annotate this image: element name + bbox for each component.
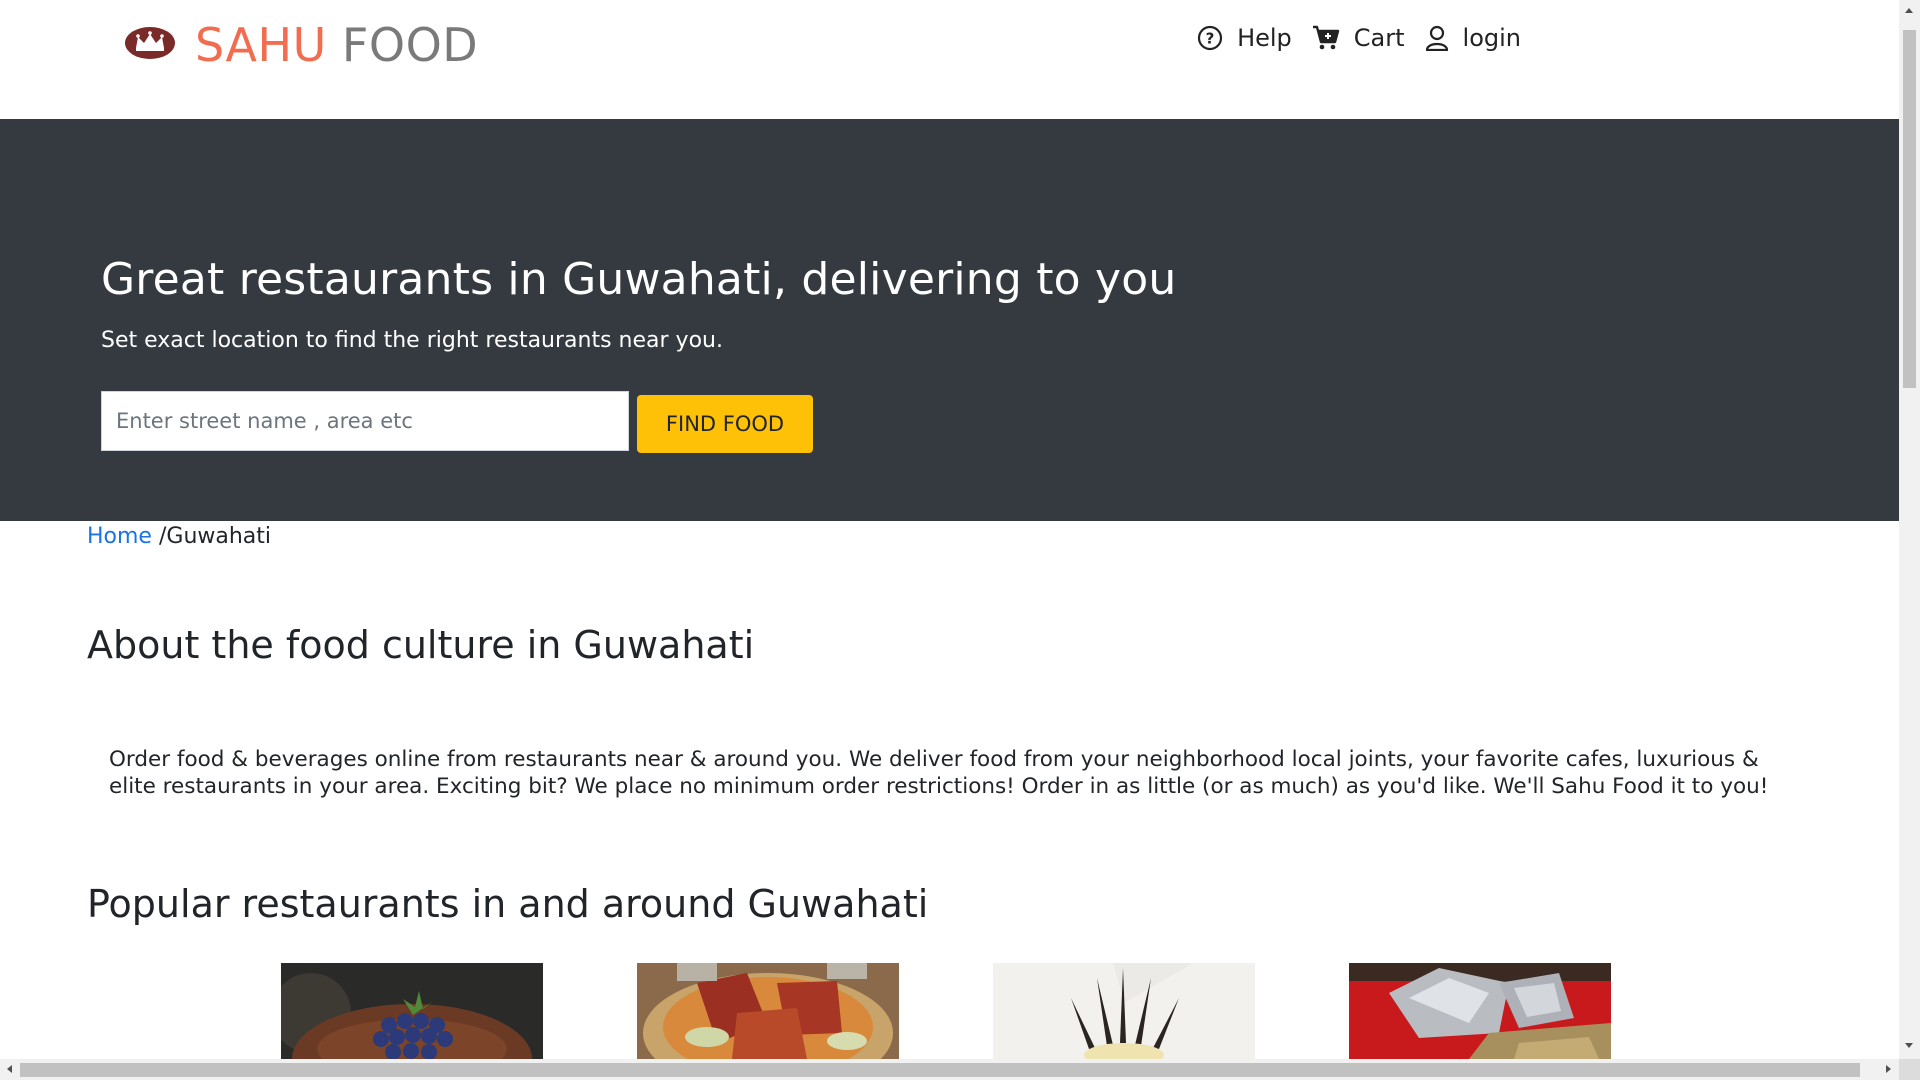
site-header: SAHU FOOD ? Help Cart login (0, 0, 1899, 119)
brand-name-secondary: FOOD (341, 18, 479, 72)
tandoori-chicken-image (637, 963, 899, 1059)
about-paragraph: Order food & beverages online from resta… (109, 747, 1769, 799)
help-circle-icon: ? (1197, 25, 1223, 51)
restaurant-card[interactable] (993, 963, 1255, 1059)
vertical-scrollbar[interactable] (1899, 0, 1920, 1059)
horizontal-scroll-thumb[interactable] (20, 1063, 1860, 1077)
vertical-scroll-thumb[interactable] (1903, 30, 1916, 388)
chocolate-dessert-image (993, 963, 1255, 1059)
breadcrumb-home-link[interactable]: Home (87, 524, 152, 549)
breadcrumb: Home /Guwahati (87, 524, 271, 549)
crown-logo-icon[interactable] (124, 26, 176, 60)
restaurant-card[interactable] (637, 963, 899, 1059)
scroll-right-icon[interactable] (1886, 1065, 1891, 1073)
location-search-input[interactable] (101, 391, 629, 451)
hero-subtitle: Set exact location to find the right res… (101, 328, 723, 353)
nav-login-label: login (1462, 24, 1521, 52)
popular-heading: Popular restaurants in and around Guwaha… (87, 882, 929, 926)
breadcrumb-current: Guwahati (166, 524, 272, 549)
horizontal-scrollbar[interactable] (0, 1059, 1920, 1080)
brand-logo-text[interactable]: SAHU FOOD (195, 16, 478, 74)
scrollbar-corner (1899, 1059, 1920, 1080)
nav-login[interactable]: login (1425, 24, 1521, 52)
scroll-left-icon[interactable] (7, 1065, 12, 1073)
find-food-button[interactable]: FIND FOOD (637, 395, 813, 453)
restaurant-card[interactable] (1349, 963, 1611, 1059)
nav-help-label: Help (1237, 24, 1292, 52)
scroll-up-icon[interactable] (1905, 8, 1913, 13)
brand-name-primary: SAHU (195, 18, 327, 72)
hero-banner: Great restaurants in Guwahati, deliverin… (0, 119, 1899, 521)
foil-wrapped-food-image (1349, 963, 1611, 1059)
hero-title: Great restaurants in Guwahati, deliverin… (101, 254, 1177, 305)
restaurant-card[interactable] (281, 963, 543, 1059)
svg-text:?: ? (1206, 30, 1215, 48)
user-icon (1425, 25, 1448, 51)
nav-help[interactable]: ? Help (1197, 24, 1292, 52)
nav-cart[interactable]: Cart (1312, 24, 1405, 52)
blueberry-cake-image (281, 963, 543, 1059)
about-heading: About the food culture in Guwahati (87, 623, 755, 667)
scroll-down-icon[interactable] (1905, 1043, 1913, 1048)
top-nav: ? Help Cart login (1197, 24, 1521, 52)
cart-icon (1312, 25, 1339, 50)
nav-cart-label: Cart (1353, 24, 1405, 52)
